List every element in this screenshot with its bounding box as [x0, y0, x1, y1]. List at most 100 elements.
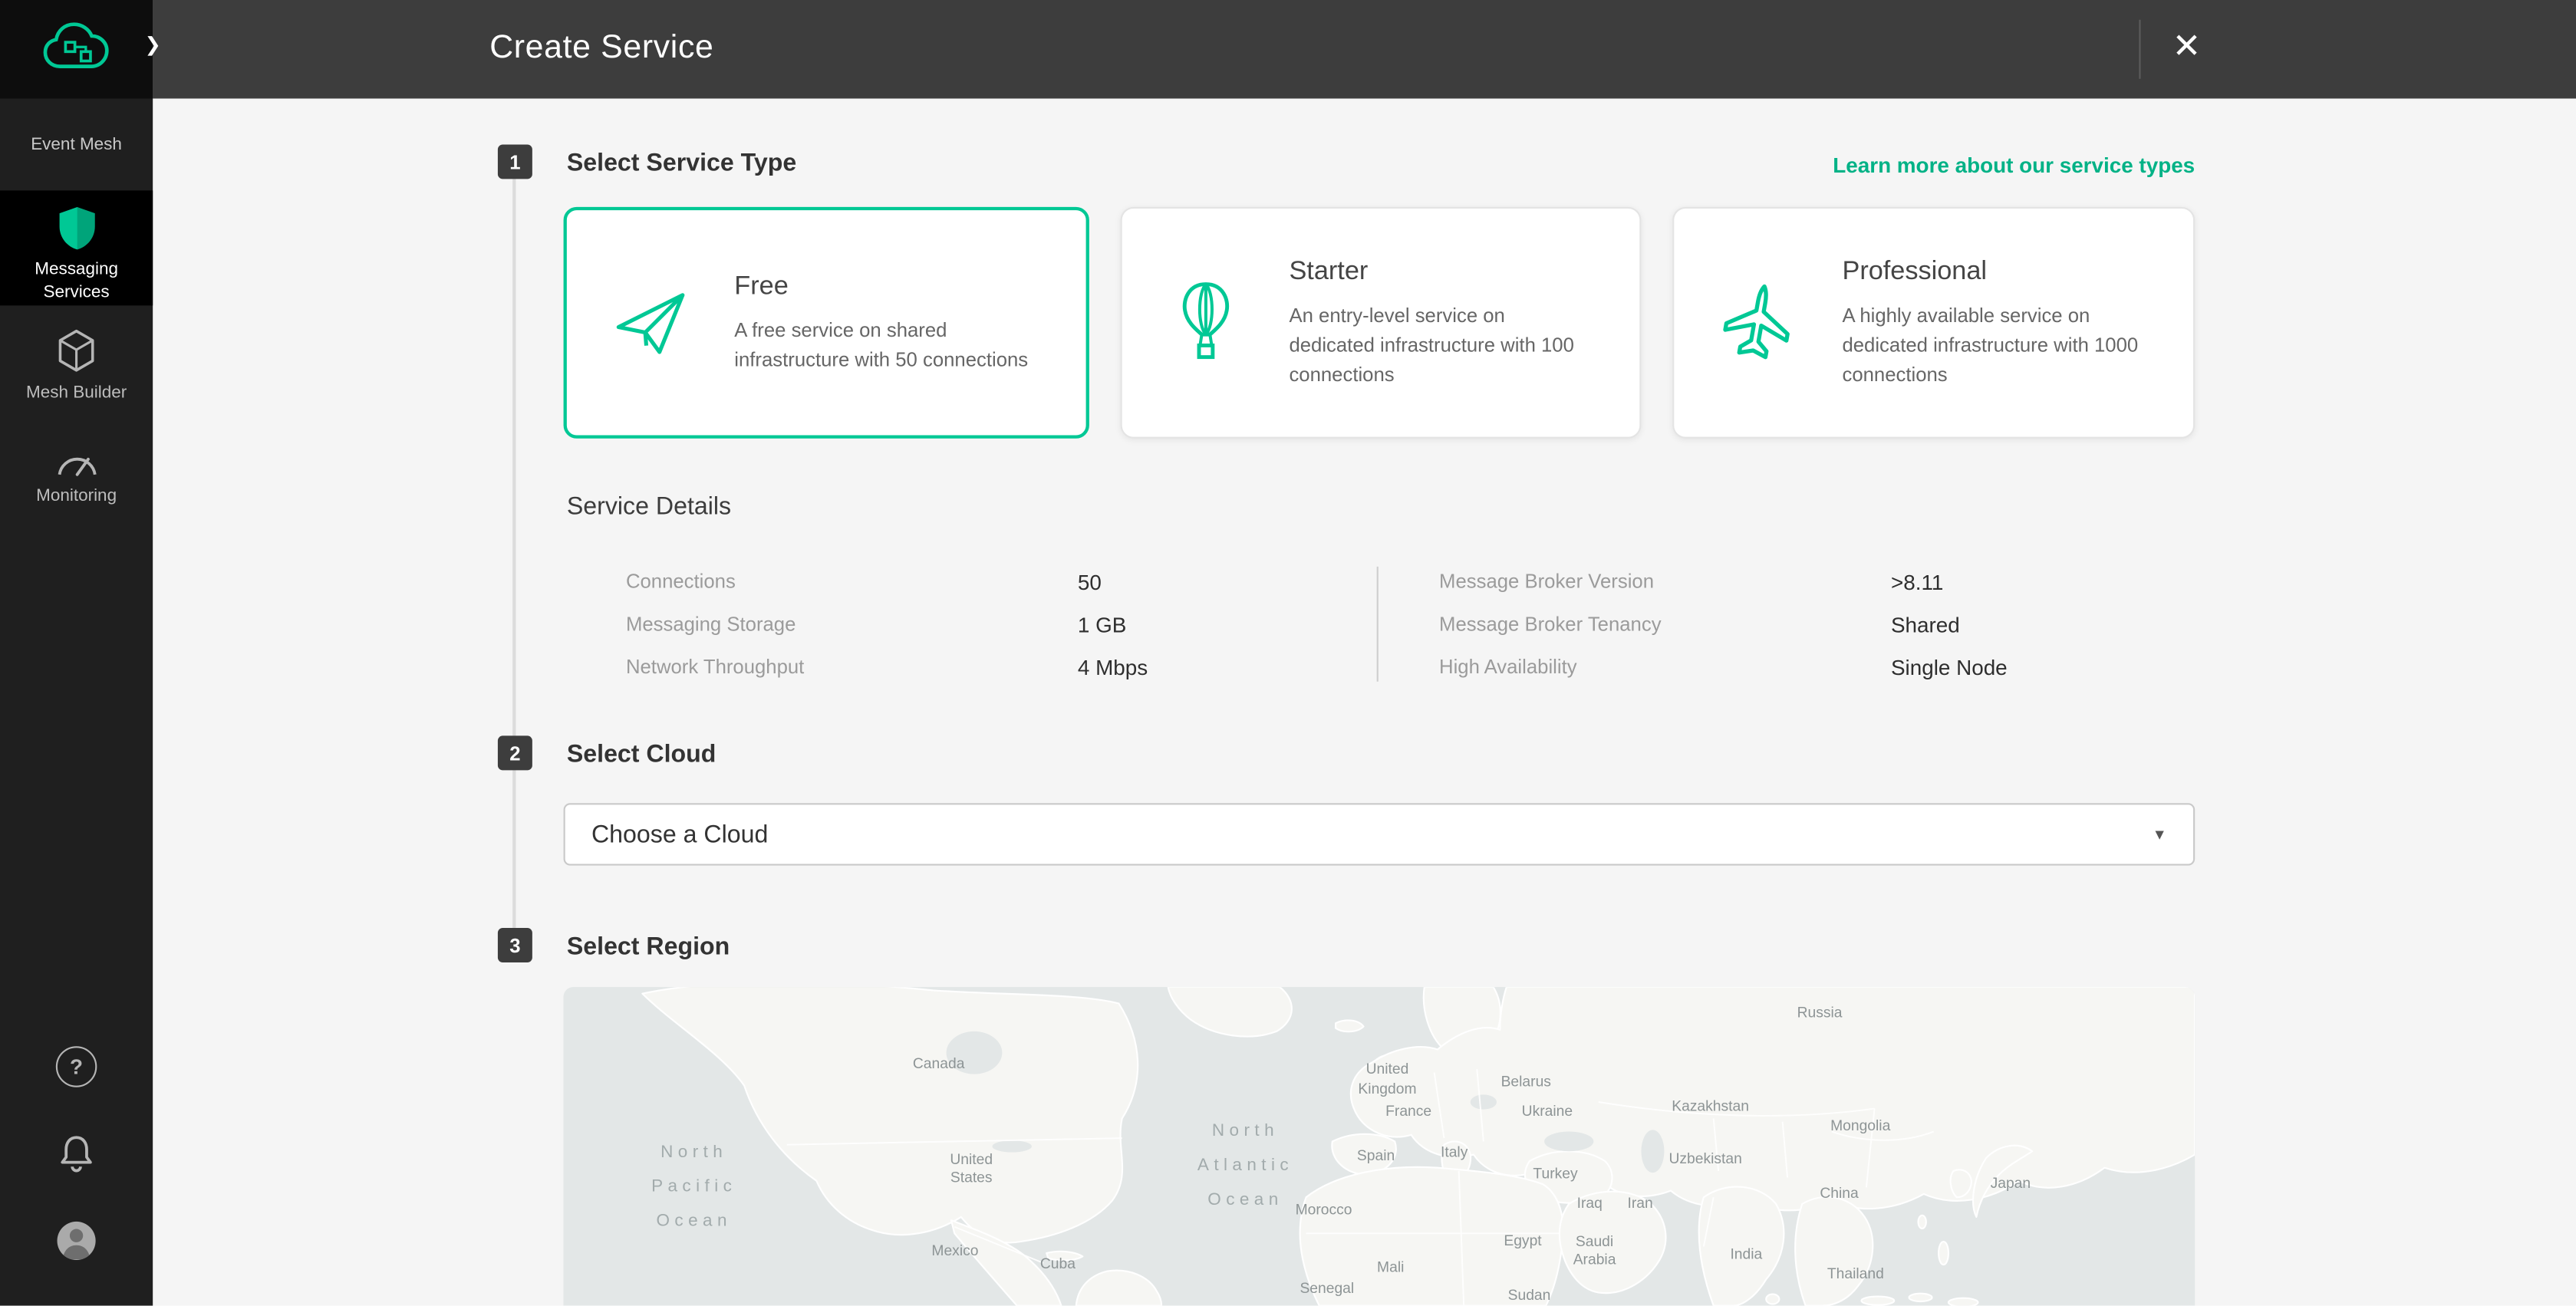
shield-icon	[55, 206, 98, 252]
monitoring-gauge-icon	[55, 447, 98, 477]
map-country-label: India	[1730, 1245, 1762, 1264]
close-button[interactable]: ✕	[2160, 21, 2213, 74]
header-divider	[2139, 20, 2140, 79]
map-country-label: Iraq	[1577, 1195, 1603, 1213]
map-country-label: Morocco	[1296, 1201, 1352, 1219]
spec-label: Message Broker Version	[1439, 570, 1891, 593]
spec-label: Message Broker Tenancy	[1439, 613, 1891, 636]
card-description: A highly available service on dedicated …	[1842, 300, 2146, 389]
map-country-label: Italy	[1441, 1143, 1468, 1162]
step-2-badge: 2	[498, 735, 532, 770]
card-body: Free A free service on shared infrastruc…	[734, 271, 1085, 373]
modal-header: Create Service ✕	[153, 0, 2576, 98]
map-labels-layer: Russia Canada UnitedKingdom Belarus France Uk…	[564, 987, 2196, 1305]
sidebar-item-label: Event Mesh	[0, 135, 153, 157]
card-description: A free service on shared infrastructure …	[734, 314, 1038, 373]
spec-value: Single Node	[1891, 654, 2008, 679]
region-map[interactable]: Russia Canada UnitedKingdom Belarus France Uk…	[564, 987, 2196, 1305]
solace-cloud-logo-icon	[38, 18, 114, 81]
step-1-badge: 1	[498, 144, 532, 179]
map-country-label: Mongolia	[1830, 1118, 1890, 1137]
map-country-label: France	[1385, 1102, 1431, 1120]
account-button[interactable]	[0, 1219, 153, 1263]
step-3-title: Select Region	[567, 933, 730, 960]
sidebar-item-monitoring[interactable]: Monitoring	[0, 447, 153, 509]
spec-value: Shared	[1891, 612, 1960, 637]
help-icon: ?	[56, 1046, 97, 1087]
map-country-label: UnitedKingdom	[1358, 1061, 1416, 1097]
sidebar-item-mesh-builder[interactable]: Mesh Builder	[0, 328, 153, 405]
map-country-label: Senegal	[1300, 1281, 1354, 1299]
step-2-title: Select Cloud	[567, 741, 716, 768]
chevron-down-icon: ▼	[2153, 826, 2167, 842]
step-connector-line	[512, 163, 516, 946]
map-country-label: Japan	[1991, 1176, 2031, 1194]
spec-label: Network Throughput	[626, 655, 1078, 678]
help-glyph: ?	[70, 1054, 83, 1079]
map-country-label: Mali	[1377, 1258, 1404, 1277]
spec-row: Network Throughput 4 Mbps	[626, 646, 1148, 689]
user-avatar-icon	[54, 1219, 99, 1263]
spec-value: 4 Mbps	[1078, 654, 1148, 679]
map-country-label: UnitedStates	[950, 1150, 993, 1187]
sidebar: Event Mesh Messaging Services Mesh Build…	[0, 0, 153, 1306]
map-country-label: Belarus	[1501, 1074, 1551, 1092]
spec-value: 1 GB	[1078, 612, 1126, 637]
service-details-right-column: Message Broker Version >8.11 Message Bro…	[1439, 560, 2008, 688]
spec-row: Message Broker Version >8.11	[1439, 560, 2008, 603]
spec-label: Messaging Storage	[626, 613, 1078, 636]
map-country-label: Thailand	[1827, 1265, 1884, 1283]
learn-more-link[interactable]: Learn more about our service types	[1833, 153, 2195, 177]
card-icon-wrap	[567, 280, 734, 365]
page-title: Create Service	[489, 30, 713, 67]
sidebar-item-label: Messaging Services	[0, 259, 153, 304]
map-country-label: Russia	[1797, 1003, 1843, 1021]
card-body: Professional A highly available service …	[1842, 257, 2193, 388]
spec-label: High Availability	[1439, 655, 1891, 678]
card-description: An entry-level service on dedicated infr…	[1289, 300, 1593, 389]
spec-label: Connections	[626, 570, 1078, 593]
map-country-label: Kazakhstan	[1672, 1097, 1749, 1116]
map-country-label: Iran	[1628, 1195, 1653, 1213]
card-title: Starter	[1289, 257, 1610, 287]
mesh-builder-icon	[56, 328, 97, 373]
paper-plane-icon	[608, 280, 693, 365]
map-country-label: SaudiArabia	[1573, 1233, 1616, 1270]
app-logo[interactable]	[0, 0, 153, 98]
spec-value: >8.11	[1891, 569, 1943, 594]
service-type-card-professional[interactable]: Professional A highly available service …	[1673, 207, 2195, 439]
service-type-card-starter[interactable]: Starter An entry-level service on dedica…	[1120, 207, 1642, 439]
cloud-select[interactable]: Choose a Cloud ▼	[564, 803, 2196, 865]
app: Event Mesh Messaging Services Mesh Build…	[0, 0, 2576, 1306]
service-type-card-free[interactable]: Free A free service on shared infrastruc…	[564, 207, 1089, 439]
card-icon-wrap	[1675, 278, 1842, 367]
help-button[interactable]: ?	[0, 1046, 153, 1087]
map-country-label: Turkey	[1533, 1166, 1577, 1184]
map-country-label: Ukraine	[1522, 1102, 1573, 1120]
step-3-badge: 3	[498, 928, 532, 962]
spec-row: Connections 50	[626, 560, 1148, 603]
spec-row: Message Broker Tenancy Shared	[1439, 603, 2008, 646]
map-country-label: Egypt	[1504, 1232, 1541, 1251]
map-country-label: Canada	[913, 1054, 965, 1073]
map-country-label: Spain	[1357, 1146, 1395, 1165]
sidebar-item-label: Monitoring	[0, 486, 153, 508]
spec-row: High Availability Single Node	[1439, 646, 2008, 689]
map-ocean-label: NorthAtlanticOcean	[1197, 1114, 1293, 1217]
sidebar-item-event-mesh[interactable]: Event Mesh	[0, 135, 153, 157]
spec-column-divider	[1377, 567, 1379, 682]
card-body: Starter An entry-level service on dedica…	[1289, 257, 1640, 388]
map-country-label: Cuba	[1040, 1255, 1076, 1273]
notifications-button[interactable]	[0, 1133, 153, 1175]
map-country-label: Mexico	[931, 1242, 978, 1261]
cloud-select-value: Choose a Cloud	[591, 821, 2153, 848]
bell-icon	[56, 1133, 97, 1175]
spec-row: Messaging Storage 1 GB	[626, 603, 1148, 646]
card-title: Free	[734, 271, 1056, 301]
sidebar-expand-chevron[interactable]: ❯	[144, 33, 161, 56]
spec-value: 50	[1078, 569, 1102, 594]
sidebar-item-messaging-services[interactable]: Messaging Services	[0, 190, 153, 305]
airplane-icon	[1714, 278, 1803, 367]
map-country-label: China	[1820, 1185, 1858, 1203]
sidebar-item-label: Mesh Builder	[0, 383, 153, 405]
